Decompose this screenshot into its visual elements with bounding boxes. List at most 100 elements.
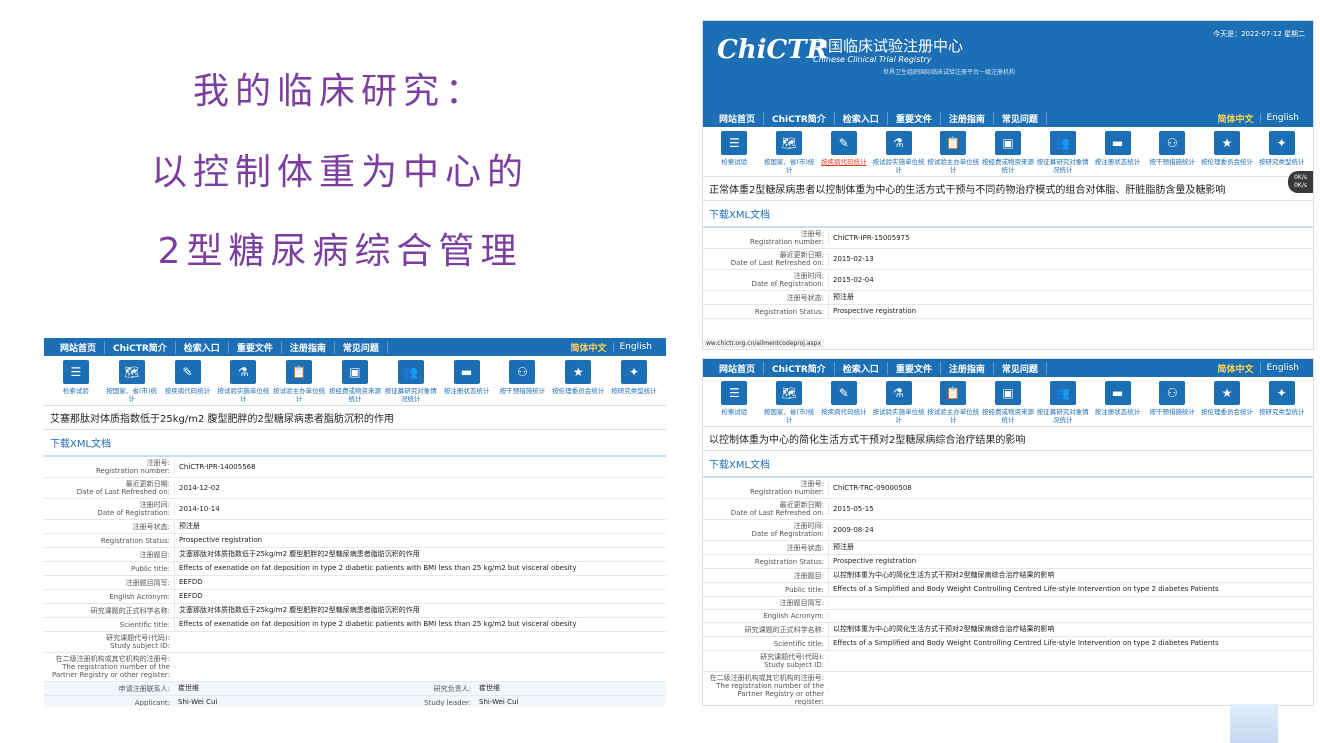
stat-link-label: 按试验实施单位统计	[872, 158, 925, 174]
lang-english-link[interactable]: English	[612, 342, 659, 352]
stat-link-9[interactable]: ★ 按伦理委员会统计	[1200, 381, 1255, 424]
table-row: 注册号: Registration number: ChiCTR-IPR-1500…	[703, 228, 1313, 249]
map-icon: 🗺	[118, 360, 145, 384]
field-label: 研究课题的正式科学名称:	[744, 625, 824, 634]
stat-link-label: 按疾病代码统计	[821, 158, 867, 166]
table-row: 注册时间: Date of Registration: 2015-02-04	[703, 270, 1313, 291]
stat-link-10[interactable]: ✦ 按研究类型统计	[1254, 381, 1309, 424]
right-bottom-record-title: 以控制体重为中心的简化生活方式干预对2型糖尿病综合治疗结果的影响	[703, 426, 1313, 451]
stat-link-1[interactable]: 🗺 按国家、省(市)统计	[762, 381, 817, 424]
stat-link-8[interactable]: ⚇ 按干预措施统计	[1145, 381, 1200, 424]
stat-link-3[interactable]: ⚗ 按试验实施单位统计	[871, 131, 926, 174]
left-download-xml-link[interactable]: 下载XML文档	[44, 430, 666, 457]
contact-value: Shi-Wei Cui	[479, 698, 519, 706]
field-label: Registration Status:	[754, 307, 824, 316]
nav-item-4[interactable]: 注册指南	[941, 111, 994, 125]
stat-link-1[interactable]: 🗺 按国家、省(市)统计	[104, 360, 160, 403]
nav-item-0[interactable]: 网站首页	[711, 361, 765, 375]
field-label: 注册题目:	[793, 571, 824, 580]
table-row: 注册题目简写: EEFDD	[44, 576, 666, 590]
lang-english-link[interactable]: English	[1259, 113, 1306, 123]
nav-item-2[interactable]: 检索入口	[835, 111, 888, 125]
lang-chinese-link[interactable]: 简体中文	[564, 341, 612, 354]
sparkle-icon: ✦	[1268, 131, 1295, 155]
table-row: 注册时间: Date of Registration: 2014-10-14	[44, 499, 666, 520]
stat-link-6[interactable]: 👥 按征募研究对象情况统计	[1035, 381, 1090, 424]
right-bottom-navbar: 网站首页 ChiCTR简介 检索入口 重要文件 注册指南 常见问题 简体中文 English	[703, 359, 1313, 377]
lang-chinese-link[interactable]: 简体中文	[1211, 112, 1259, 125]
stat-link-2[interactable]: ✎ 按疾病代码统计	[816, 131, 871, 174]
stat-link-10[interactable]: ✦ 按研究类型统计	[1254, 131, 1309, 174]
nav-item-0[interactable]: 网站首页	[52, 340, 106, 354]
nav-item-4[interactable]: 注册指南	[941, 361, 994, 375]
chictr-logo[interactable]: ChiCTR	[717, 35, 828, 65]
nav-item-5[interactable]: 常见问题	[335, 340, 388, 354]
stat-link-label: 检索试验	[721, 158, 748, 166]
lang-english-link[interactable]: English	[1259, 363, 1306, 373]
lang-chinese-link[interactable]: 简体中文	[1211, 362, 1259, 375]
nav-item-3[interactable]: 重要文件	[229, 340, 282, 354]
stat-link-5[interactable]: ▣ 按经费或物资来源统计	[981, 131, 1036, 174]
stat-link-9[interactable]: ★ 按伦理委员会统计	[550, 360, 606, 403]
stat-link-8[interactable]: ⚇ 按干预措施统计	[495, 360, 551, 403]
contact-label: Study leader:	[424, 698, 471, 707]
stat-link-7[interactable]: ▬ 按注册状态统计	[1090, 131, 1145, 174]
table-row: Public title: Effects of exenatide on fat…	[44, 562, 666, 576]
clipboard-icon: 📋	[286, 360, 313, 384]
stat-link-label: 按伦理委员会统计	[552, 387, 605, 395]
right-bottom-download-xml-link[interactable]: 下载XML文档	[703, 451, 1313, 478]
left-contact-table: 申请注册联系人: 崔世维 研究负责人: 崔世维 Applicant: Shi-Wei Cu…	[44, 682, 666, 706]
stat-link-label: 按试验实施单位统计	[217, 387, 270, 403]
stat-link-0[interactable]: ☰ 检索试验	[707, 381, 762, 424]
stat-link-8[interactable]: ⚇ 按干预措施统计	[1145, 131, 1200, 174]
table-row: 注册号: Registration number: ChiCTR-TRC-0900…	[703, 478, 1313, 499]
nav-item-3[interactable]: 重要文件	[888, 111, 941, 125]
nav-item-5[interactable]: 常见问题	[994, 361, 1047, 375]
stat-link-7[interactable]: ▬ 按注册状态统计	[1090, 381, 1145, 424]
field-value: 以控制体重为中心的简化生活方式干预对2型糖尿病综合治疗结果的影响	[828, 623, 1313, 636]
stat-link-5[interactable]: ▣ 按经费或物资来源统计	[327, 360, 383, 403]
stat-link-4[interactable]: 📋 按试验主办单位统计	[926, 381, 981, 424]
stat-link-6[interactable]: 👥 按征募研究对象情况统计	[1035, 131, 1090, 174]
stat-link-2[interactable]: ✎ 按疾病代码统计	[816, 381, 871, 424]
stat-link-0[interactable]: ☰ 检索试验	[707, 131, 762, 174]
nav-item-5[interactable]: 常见问题	[994, 111, 1047, 125]
sparkle-icon: ✦	[621, 360, 648, 384]
stat-link-label: 按国家、省(市)统计	[763, 158, 815, 174]
nav-item-1[interactable]: ChiCTR简介	[105, 340, 176, 354]
stat-link-7[interactable]: ▬ 按注册状态统计	[439, 360, 495, 403]
stat-link-6[interactable]: 👥 按征募研究对象情况统计	[383, 360, 439, 403]
stat-link-0[interactable]: ☰ 检索试验	[48, 360, 104, 403]
stat-link-label: 按注册状态统计	[1094, 158, 1141, 166]
stat-link-5[interactable]: ▣ 按经费或物资来源统计	[981, 381, 1036, 424]
stat-link-1[interactable]: 🗺 按国家、省(市)统计	[762, 131, 817, 174]
field-label: 注册题目简写:	[779, 599, 824, 607]
stat-link-10[interactable]: ✦ 按研究类型统计	[606, 360, 662, 403]
stat-link-2[interactable]: ✎ 按疾病代码统计	[160, 360, 216, 403]
stat-link-9[interactable]: ★ 按伦理委员会统计	[1200, 131, 1255, 174]
field-value: EEFDD	[174, 590, 666, 603]
nav-item-1[interactable]: ChiCTR简介	[764, 361, 835, 375]
table-row: 研究课题代号(代码): Study subject ID:	[703, 651, 1313, 672]
stat-link-4[interactable]: 📋 按试验主办单位统计	[271, 360, 327, 403]
field-value: 2014-10-14	[174, 502, 666, 516]
nav-item-3[interactable]: 重要文件	[888, 361, 941, 375]
nav-item-0[interactable]: 网站首页	[711, 111, 765, 125]
field-label: Public title:	[785, 585, 824, 594]
right-top-download-xml-link[interactable]: 下载XML文档	[703, 201, 1313, 228]
people-icon: 👥	[397, 360, 424, 384]
stat-link-4[interactable]: 📋 按试验主办单位统计	[926, 131, 981, 174]
field-label: 注册题目:	[139, 550, 170, 559]
field-value: 2015-02-04	[828, 273, 1313, 287]
nav-item-4[interactable]: 注册指南	[282, 340, 335, 354]
list-icon: ☰	[721, 131, 748, 155]
nav-item-1[interactable]: ChiCTR简介	[764, 111, 835, 125]
stat-link-3[interactable]: ⚗ 按试验实施单位统计	[871, 381, 926, 424]
table-row: 最近更新日期: Date of Last Refreshed on: 2015-0…	[703, 499, 1313, 520]
stat-link-3[interactable]: ⚗ 按试验实施单位统计	[215, 360, 271, 403]
nav-item-2[interactable]: 检索入口	[835, 361, 888, 375]
money-icon: ▣	[341, 360, 368, 384]
field-label: 注册题目简写:	[125, 578, 170, 587]
field-label: 注册时间: Date of Registration:	[751, 272, 825, 288]
nav-item-2[interactable]: 检索入口	[176, 340, 229, 354]
